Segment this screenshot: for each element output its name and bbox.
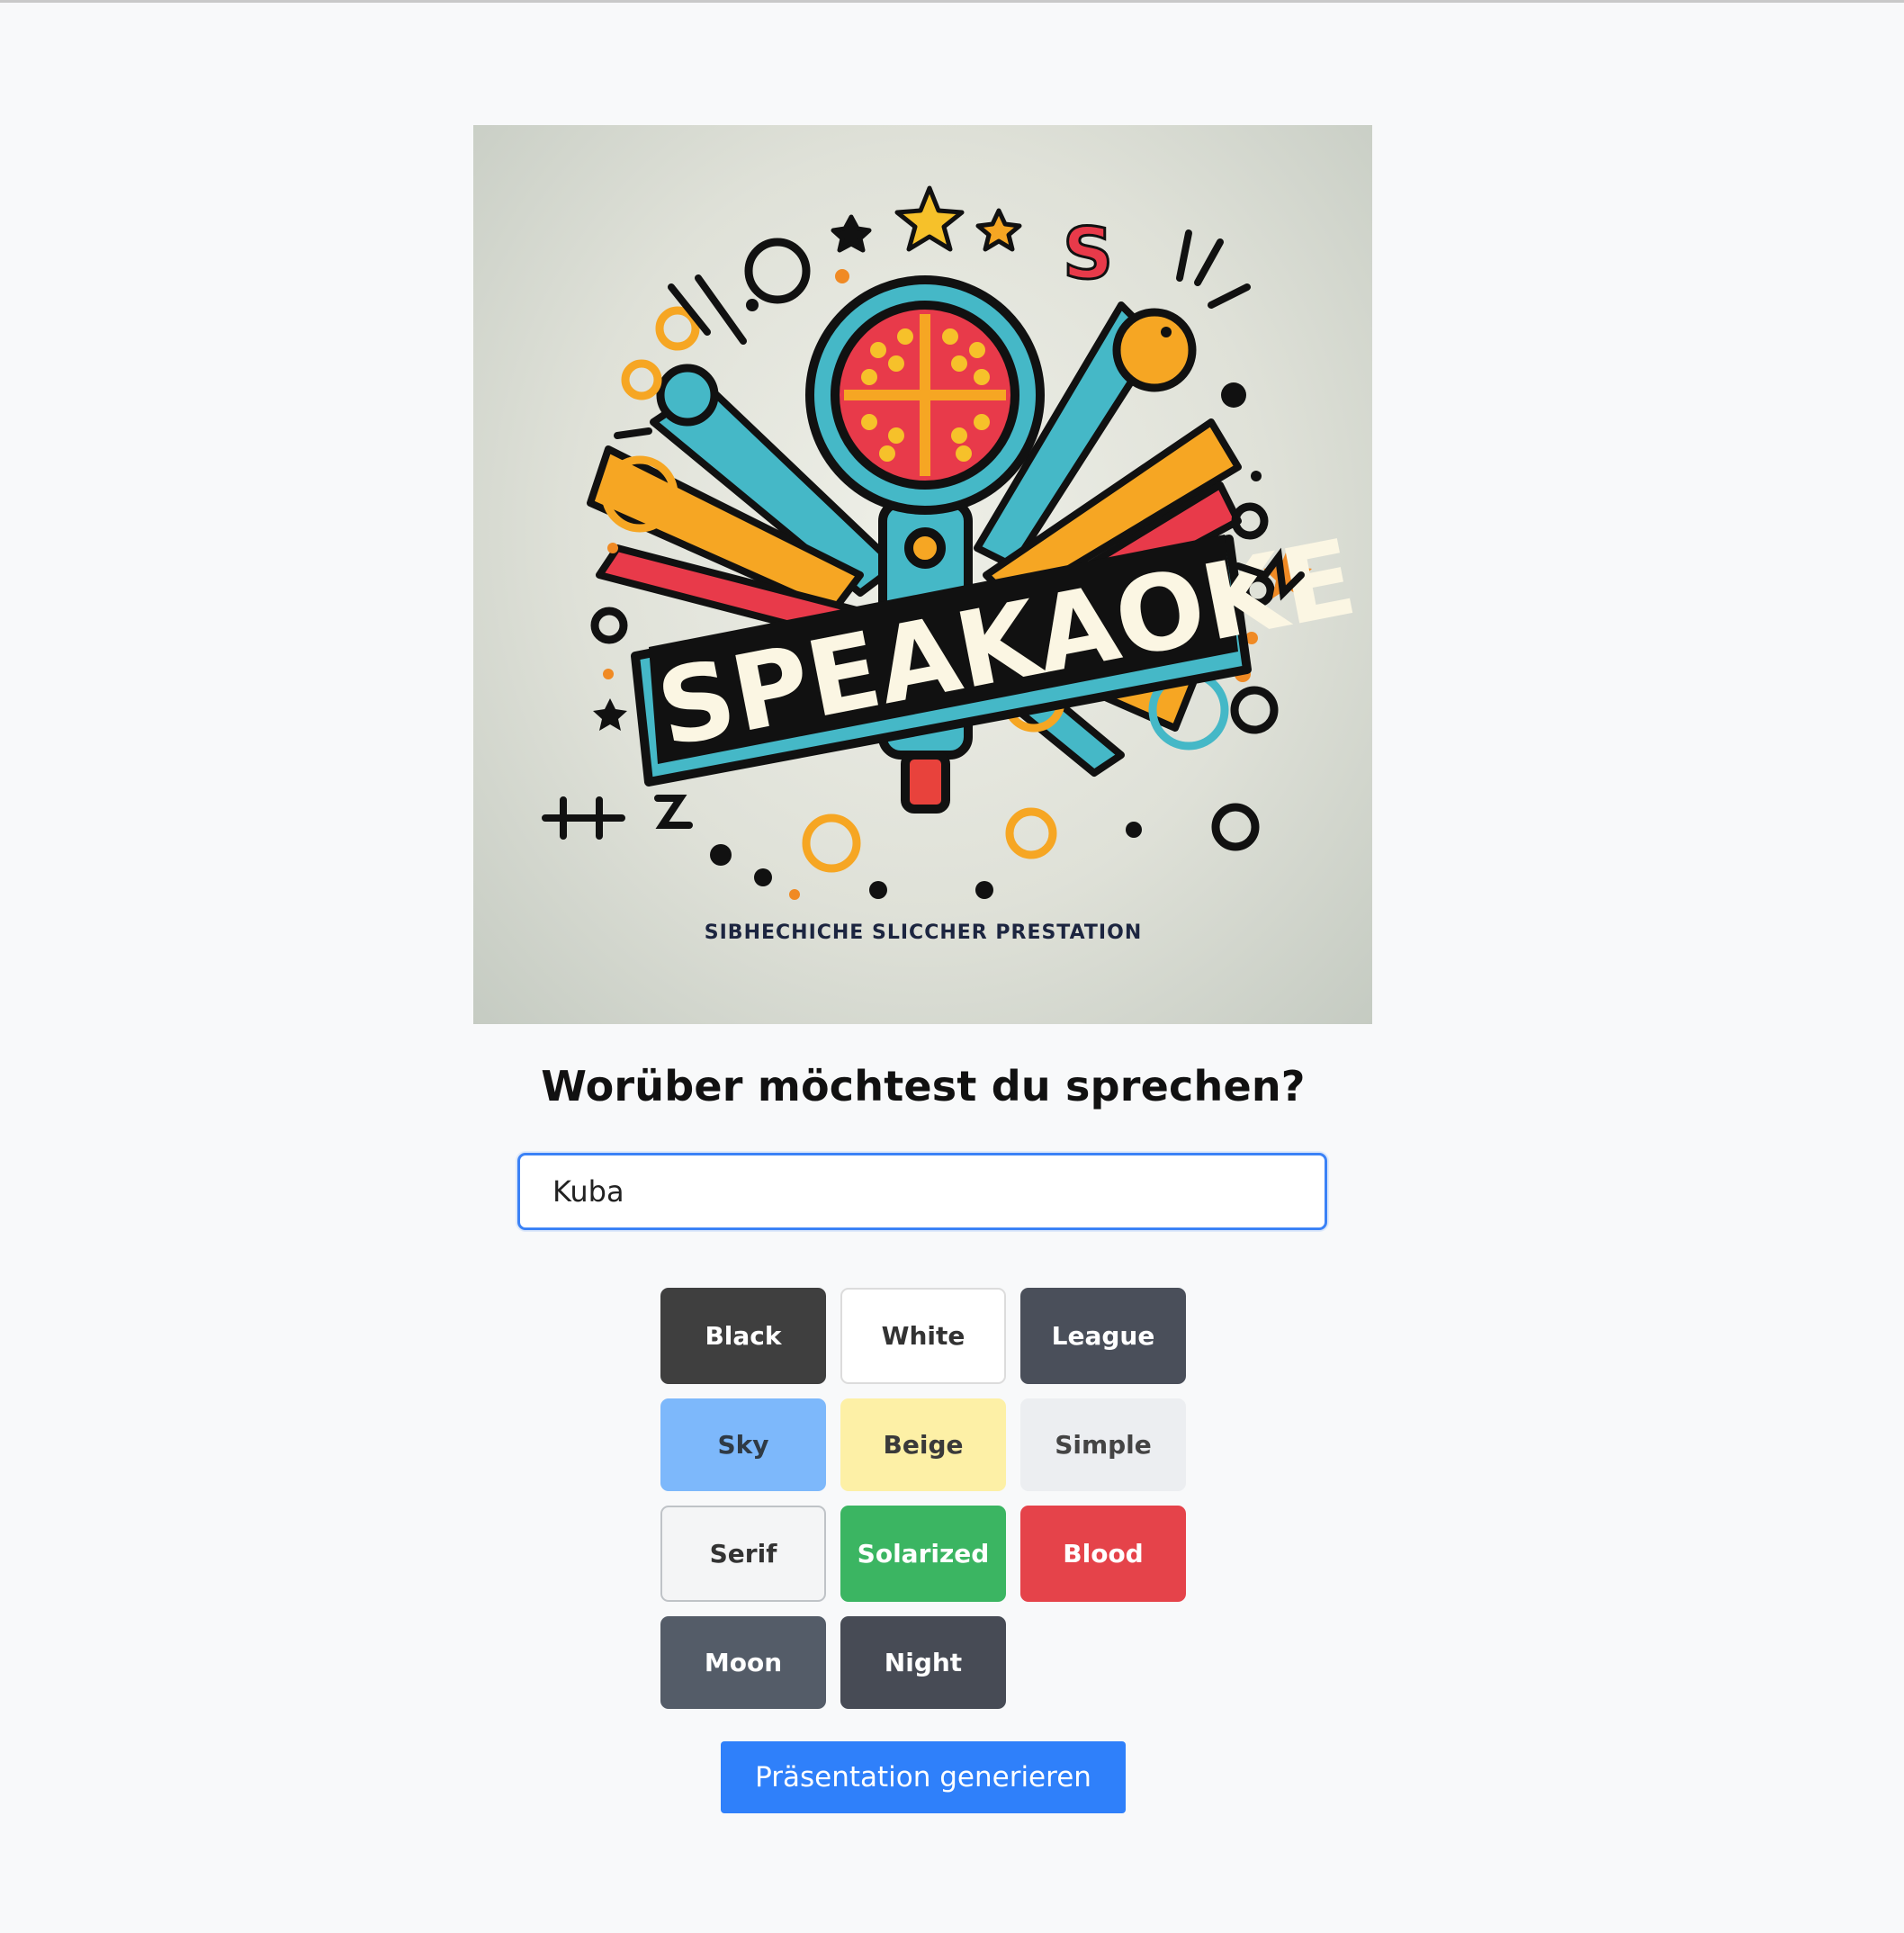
generate-presentation-button[interactable]: Präsentation generieren (721, 1741, 1126, 1813)
topic-prompt-heading: Worüber möchtest du sprechen? (541, 1062, 1306, 1110)
theme-button-serif[interactable]: Serif (660, 1506, 826, 1602)
logo-dollar-sign: S (1063, 214, 1113, 295)
theme-button-league[interactable]: League (1020, 1288, 1186, 1384)
speakaoke-logo-image: S SPEAKAOKE SIBHECHICHE SLICCHER PRESTAT… (473, 125, 1372, 1024)
topic-input[interactable] (517, 1153, 1327, 1230)
theme-button-sky[interactable]: Sky (660, 1398, 826, 1491)
theme-button-moon[interactable]: Moon (660, 1616, 826, 1709)
theme-button-beige[interactable]: Beige (840, 1398, 1006, 1491)
browser-top-border (0, 0, 1904, 3)
theme-button-black[interactable]: Black (660, 1288, 826, 1384)
theme-button-blood[interactable]: Blood (1020, 1506, 1186, 1602)
theme-selector: Black White League Sky Beige Simple Seri… (660, 1288, 1187, 1709)
theme-button-white[interactable]: White (840, 1288, 1006, 1384)
theme-button-night[interactable]: Night (840, 1616, 1006, 1709)
theme-button-solarized[interactable]: Solarized (840, 1506, 1006, 1602)
logo-tagline: SIBHECHICHE SLICCHER PRESTATION (705, 922, 1142, 944)
theme-button-simple[interactable]: Simple (1020, 1398, 1186, 1491)
